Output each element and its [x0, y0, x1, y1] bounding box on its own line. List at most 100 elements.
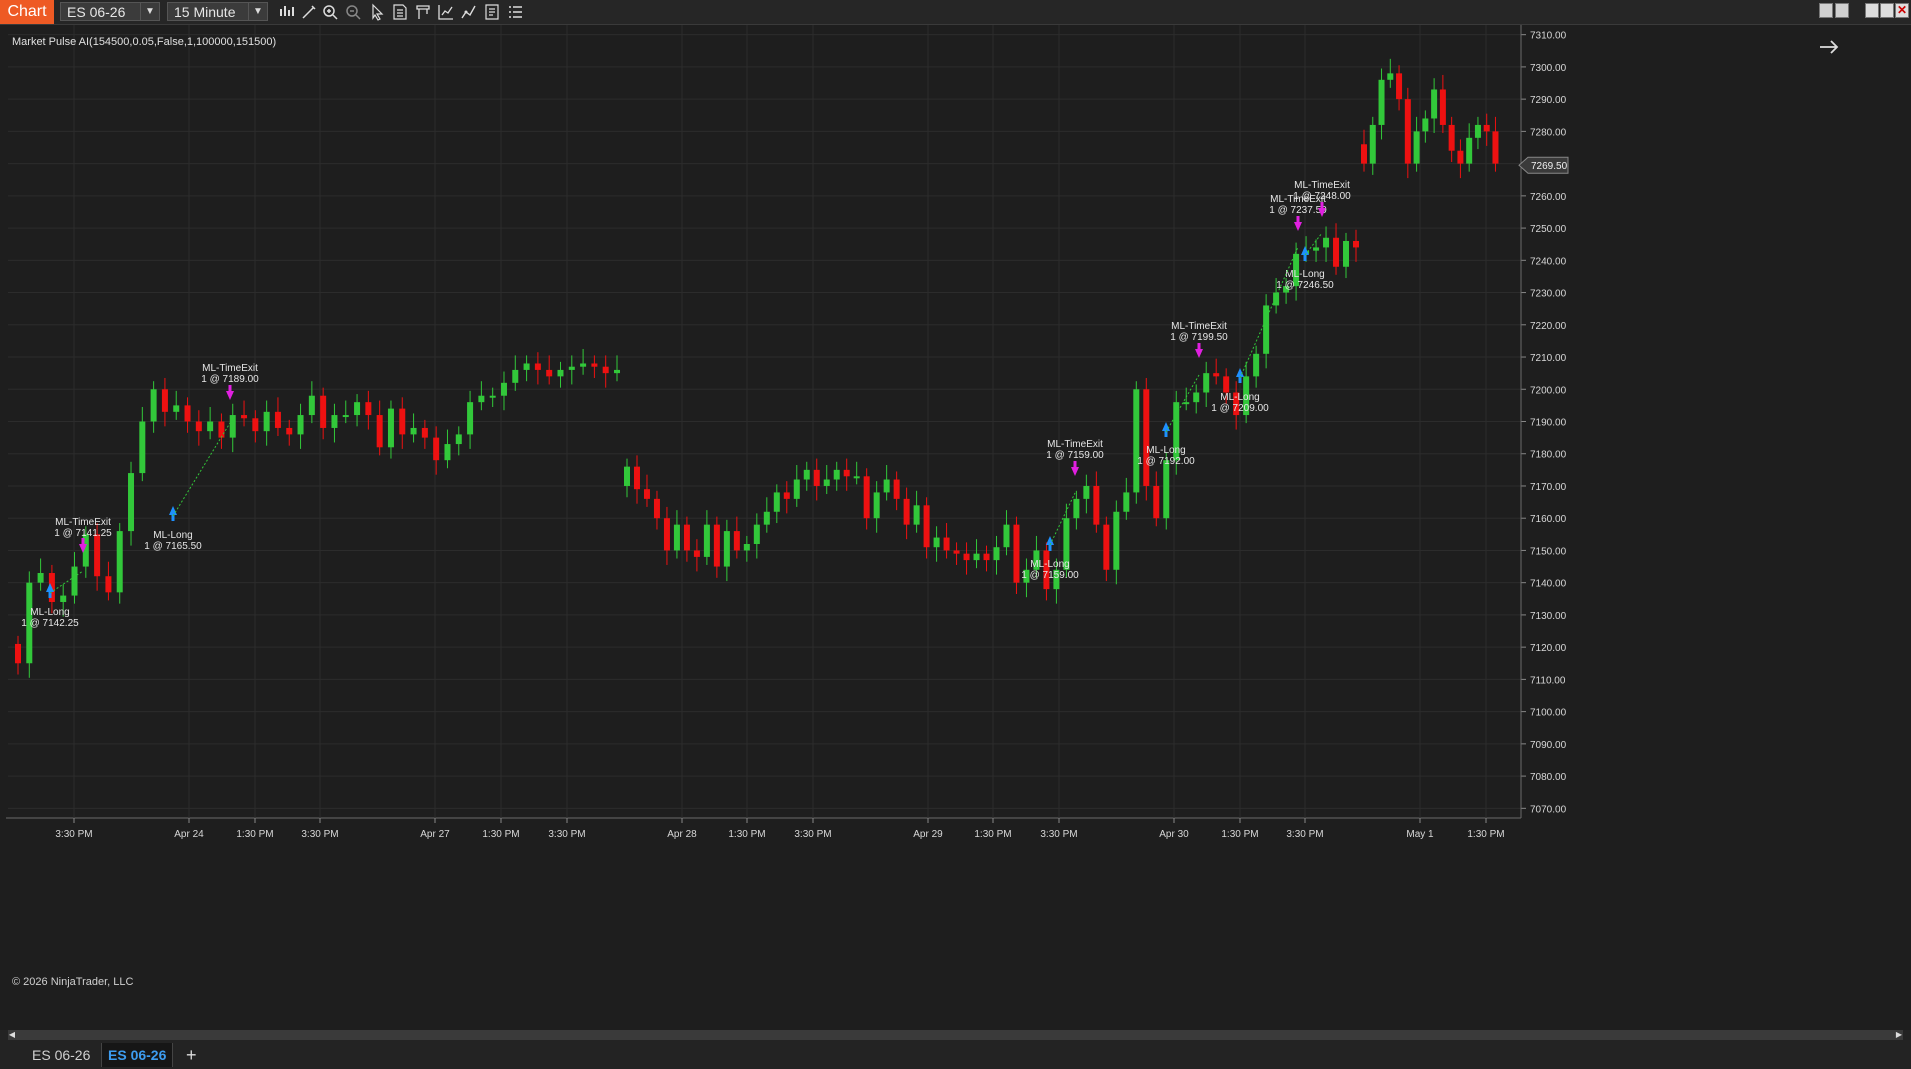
- candle-body: [161, 389, 168, 412]
- candle-body: [410, 427, 417, 435]
- y-tick-label: 7310.00: [1530, 31, 1567, 42]
- y-tick-label: 7210.00: [1530, 353, 1567, 364]
- candle-body: [15, 643, 21, 664]
- bottom-bar: ◀ ▶ ES 06-26 ES 06-26 +: [0, 1030, 1911, 1069]
- trade-label: ML-Long: [1030, 559, 1069, 570]
- candle-body: [1153, 485, 1160, 519]
- maximize-button[interactable]: [1865, 3, 1879, 18]
- candle-body: [1123, 492, 1130, 512]
- scroll-right-icon[interactable]: ▶: [1895, 1030, 1903, 1040]
- candle-body: [1093, 485, 1100, 525]
- copyright-label: © 2026 NinjaTrader, LLC: [12, 976, 134, 988]
- candle-body: [94, 534, 101, 577]
- pin-button[interactable]: [1880, 3, 1894, 18]
- trade-label: ML-Long: [153, 530, 192, 541]
- candle-body: [297, 415, 304, 435]
- candle-body: [37, 573, 44, 583]
- candle-body: [444, 444, 451, 461]
- strategies-icon[interactable]: [458, 2, 480, 22]
- candle-body: [933, 537, 940, 548]
- candle-body: [602, 366, 609, 374]
- candle-body: [673, 524, 680, 551]
- candle-body: [116, 531, 123, 593]
- candle-body: [399, 408, 406, 435]
- instrument-selector[interactable]: ES 06-26 ▼: [60, 2, 160, 21]
- candle-body: [783, 492, 790, 499]
- arrow-right-icon[interactable]: [1818, 38, 1840, 56]
- y-tick-label: 7130.00: [1530, 611, 1567, 622]
- horizontal-scrollbar[interactable]: ◀ ▶: [8, 1030, 1903, 1040]
- chart-panel[interactable]: 7310.007300.007290.007280.007270.007260.…: [0, 25, 1911, 1030]
- candle-body: [1431, 89, 1438, 119]
- y-tick-label: 7100.00: [1530, 708, 1567, 719]
- y-tick-label: 7110.00: [1530, 675, 1566, 686]
- candle-body: [523, 363, 530, 370]
- close-icon[interactable]: ✕: [1895, 3, 1909, 18]
- candle-body: [1466, 137, 1473, 164]
- data-box-icon[interactable]: [389, 2, 411, 22]
- candle-body: [512, 369, 519, 383]
- candle-body: [433, 437, 440, 461]
- y-tick-label: 7200.00: [1530, 385, 1567, 396]
- chart-menu-button[interactable]: Chart: [0, 0, 54, 24]
- trade-detail: 1 @ 7199.50: [1170, 332, 1228, 343]
- x-tick-label: 1:30 PM: [1221, 829, 1258, 840]
- candle-body: [683, 524, 690, 551]
- candle-body: [1013, 524, 1020, 583]
- restore-button[interactable]: [1835, 3, 1849, 18]
- interval-value: 15 Minute: [174, 4, 236, 20]
- list-icon[interactable]: [504, 2, 526, 22]
- candle-body: [624, 466, 630, 486]
- x-tick-label: 3:30 PM: [794, 829, 831, 840]
- price-chart[interactable]: 7310.007300.007290.007280.007270.007260.…: [0, 25, 1911, 1030]
- x-tick-label: May 1: [1406, 829, 1434, 840]
- candle-body: [365, 402, 372, 416]
- chart-toolbar: Chart ES 06-26 ▼ 15 Minute ▼ ✕: [0, 0, 1911, 25]
- scroll-left-icon[interactable]: ◀: [8, 1030, 16, 1040]
- y-tick-label: 7190.00: [1530, 418, 1567, 429]
- candle-body: [580, 363, 587, 367]
- candle-body: [557, 369, 564, 377]
- zoom-in-icon[interactable]: [320, 2, 342, 22]
- zoom-out-icon[interactable]: [343, 2, 365, 22]
- candle-body: [1492, 131, 1499, 164]
- candle-body: [128, 473, 135, 532]
- tab-es-1[interactable]: ES 06-26: [26, 1043, 96, 1067]
- y-tick-label: 7290.00: [1530, 95, 1567, 106]
- trade-detail: 1 @ 7159.00: [1021, 570, 1079, 581]
- candle-body: [903, 498, 910, 525]
- candle-body: [263, 411, 270, 432]
- templates-icon[interactable]: [412, 2, 434, 22]
- y-tick-label: 7080.00: [1530, 772, 1567, 783]
- candle-body: [1387, 73, 1394, 80]
- minimize-button[interactable]: [1819, 3, 1833, 18]
- pointer-icon[interactable]: [366, 2, 388, 22]
- trade-label: ML-Long: [1285, 269, 1324, 280]
- candle-body: [773, 492, 780, 512]
- bar-type-icon[interactable]: [276, 2, 298, 22]
- properties-icon[interactable]: [481, 2, 503, 22]
- drawing-tool-icon[interactable]: [298, 2, 320, 22]
- tab-es-2-active[interactable]: ES 06-26: [101, 1043, 174, 1067]
- candle-body: [71, 566, 78, 596]
- candle-body: [1396, 73, 1403, 100]
- candle-body: [308, 395, 315, 416]
- indicators-icon[interactable]: [435, 2, 457, 22]
- interval-selector[interactable]: 15 Minute ▼: [167, 2, 268, 21]
- current-price-label: 7269.50: [1531, 161, 1568, 172]
- indicator-label: Market Pulse AI(154500,0.05,False,1,1000…: [12, 36, 277, 48]
- candle-body: [843, 469, 850, 477]
- candle-body: [1253, 353, 1260, 377]
- trade-detail: 1 @ 7248.00: [1293, 191, 1351, 202]
- candle-body: [331, 415, 338, 428]
- add-tab-button[interactable]: +: [180, 1043, 203, 1067]
- candle-body: [286, 427, 293, 435]
- candle-body: [1343, 240, 1350, 267]
- x-tick-label: 3:30 PM: [301, 829, 338, 840]
- candle-body: [1361, 144, 1367, 164]
- candle-body: [943, 537, 950, 551]
- candle-body: [1143, 389, 1150, 486]
- instrument-value: ES 06-26: [67, 4, 126, 20]
- candle-body: [1404, 99, 1411, 164]
- candle-body: [241, 415, 248, 419]
